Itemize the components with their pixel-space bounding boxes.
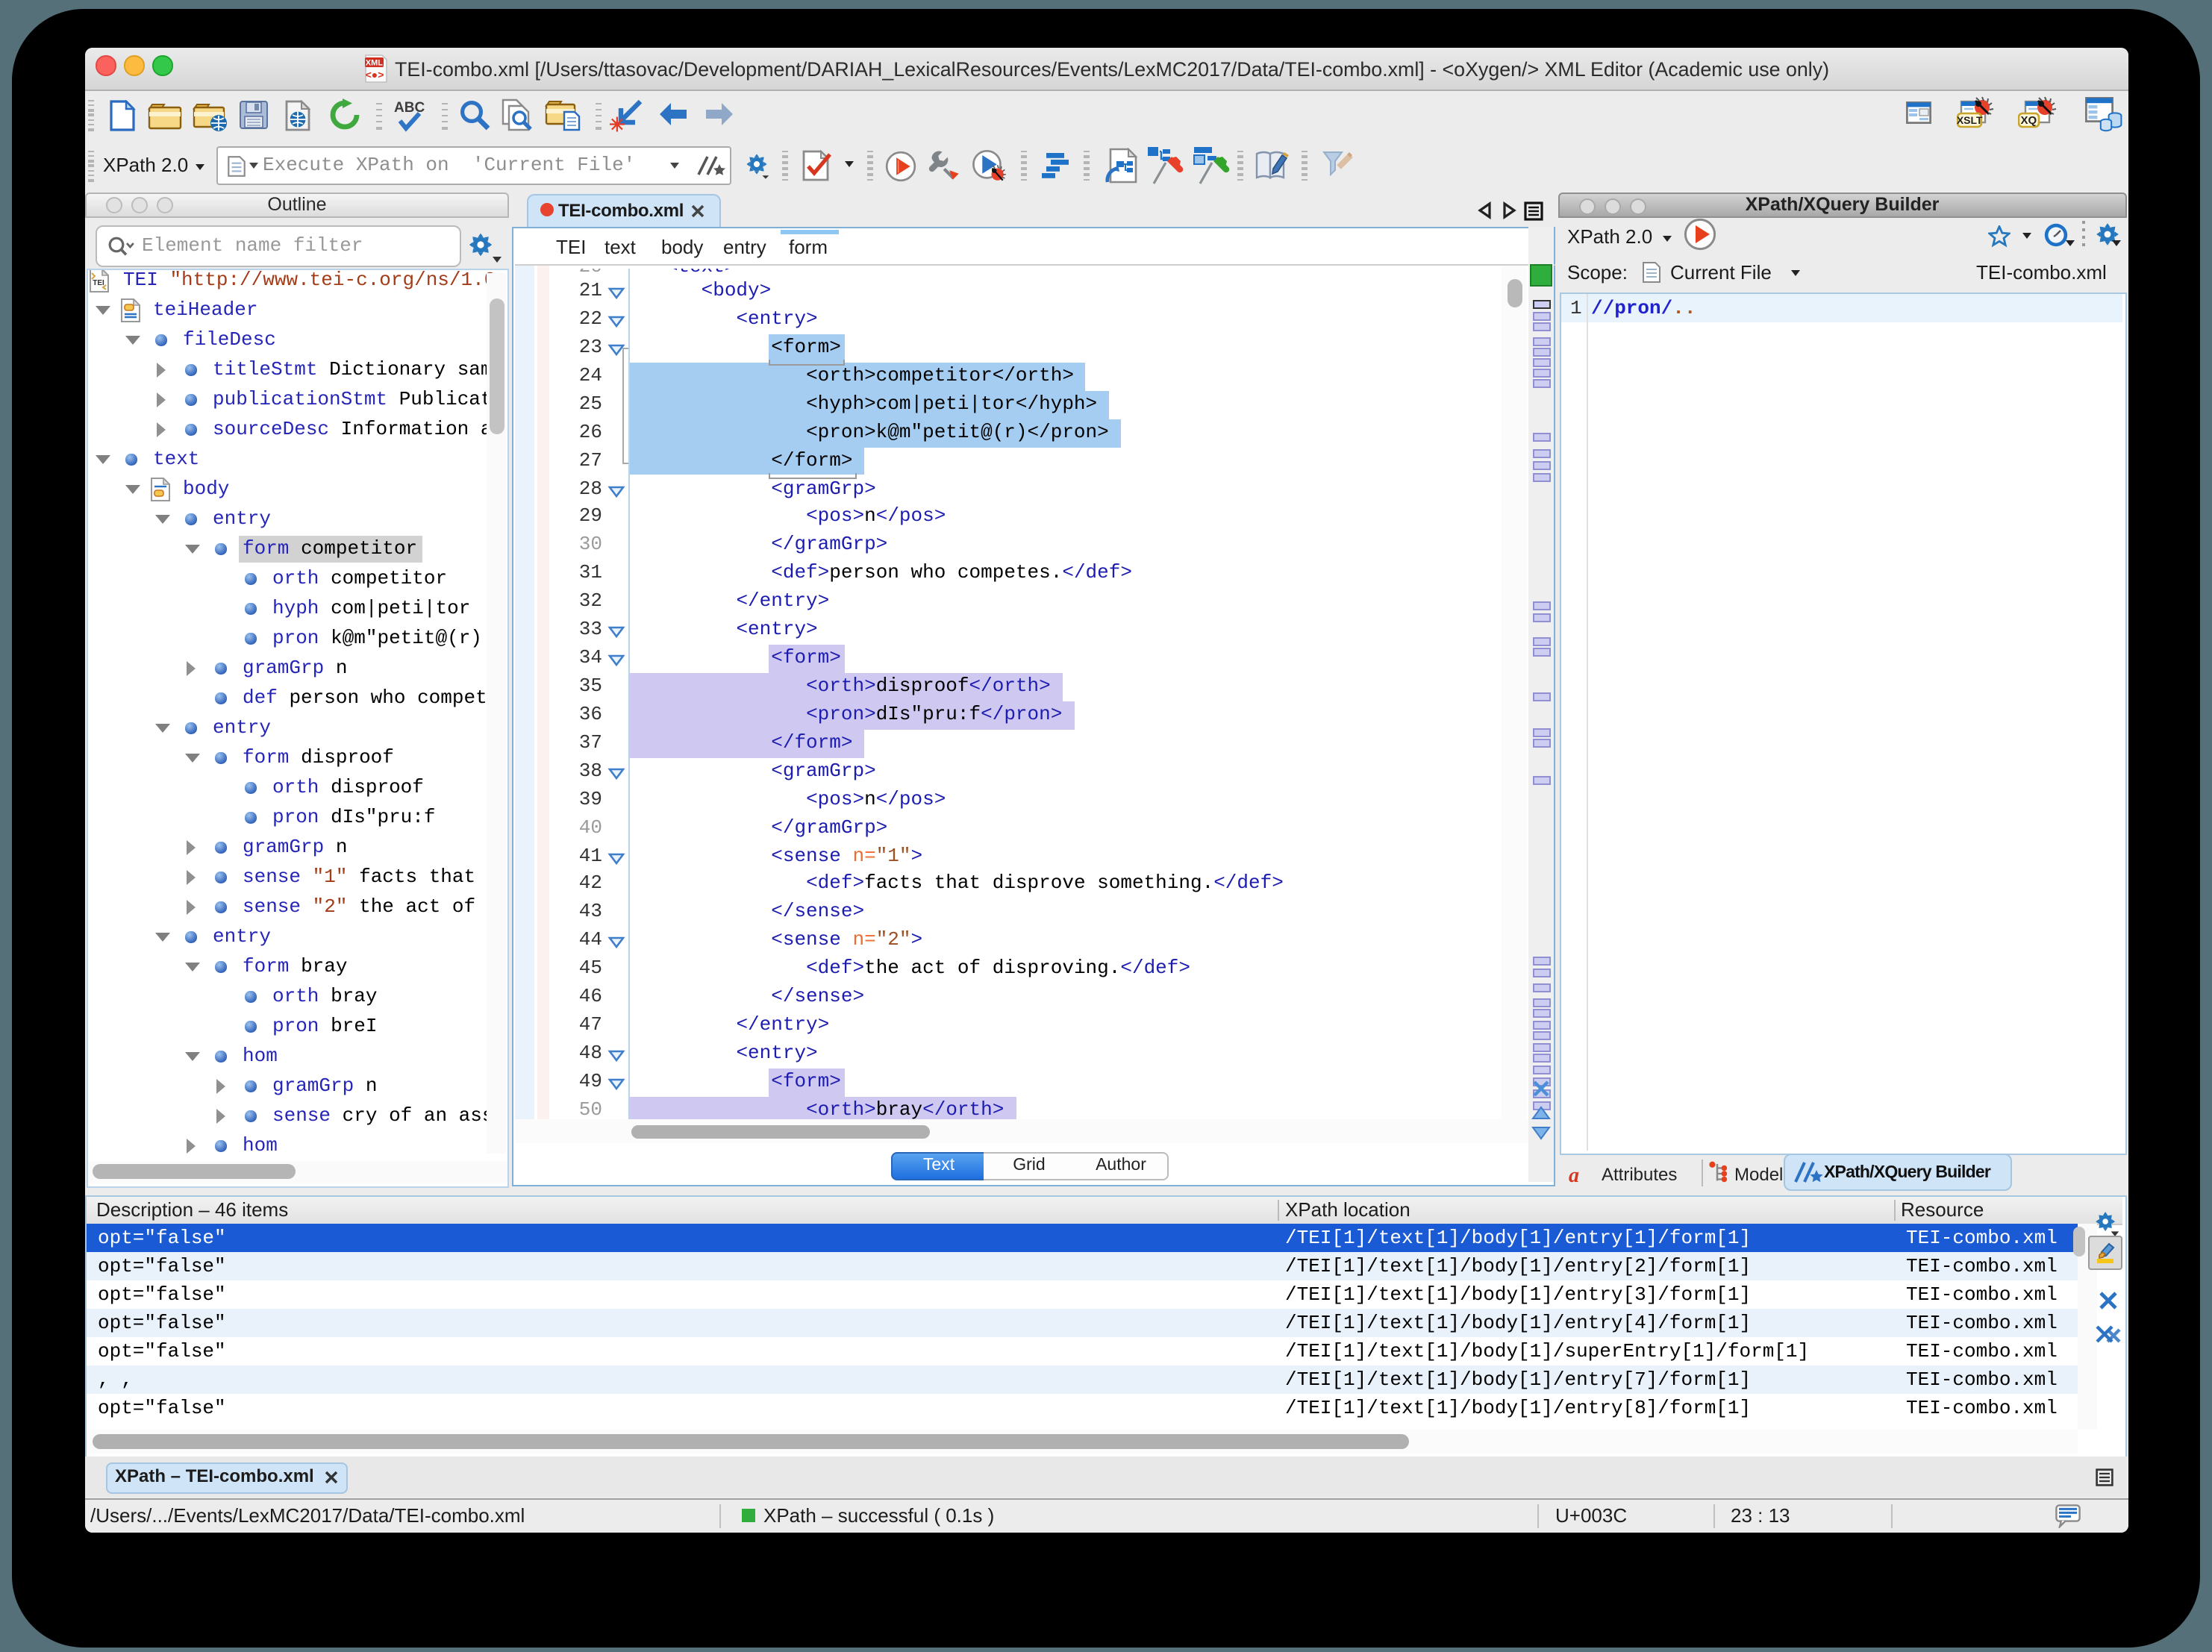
svg-text:<●>: <●> xyxy=(366,68,384,80)
svg-text:TEI: TEI xyxy=(92,278,104,287)
svg-text:XQ: XQ xyxy=(2021,113,2037,126)
svg-text:ABC: ABC xyxy=(394,99,425,115)
svg-text:a: a xyxy=(1569,1163,1579,1184)
svg-text:✳: ✳ xyxy=(609,113,625,132)
svg-text:XSLT: XSLT xyxy=(1957,113,1983,125)
svg-text:XML: XML xyxy=(366,58,384,67)
